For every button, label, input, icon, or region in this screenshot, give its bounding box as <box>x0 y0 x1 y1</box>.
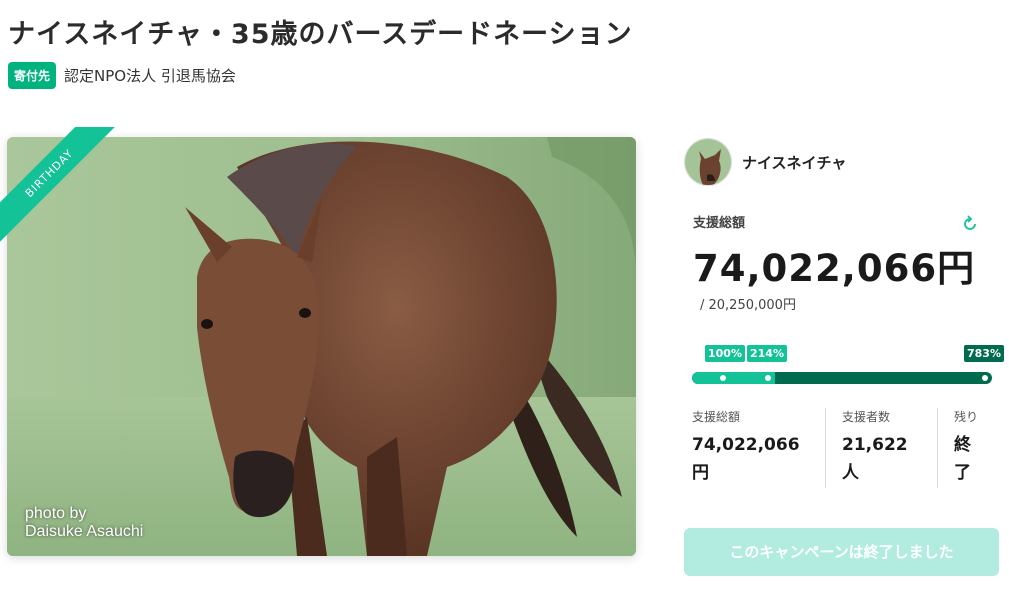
owner-name[interactable]: ナイスネイチャ <box>742 152 846 173</box>
support-total-amount: 74,022,066円 <box>693 247 976 290</box>
campaign-ended-button[interactable]: このキャンペーンは終了しました <box>684 528 999 576</box>
stat-remaining-value: 終 了 <box>954 435 971 483</box>
stat-total: 支援総額 74,022,066 円 <box>692 408 822 488</box>
progress-track <box>692 372 992 384</box>
stat-supporters-label: 支援者数 <box>842 410 891 424</box>
campaign-owner[interactable]: ナイスネイチャ <box>684 138 846 186</box>
support-total-label: 支援総額 <box>693 216 746 231</box>
milestone-dot-100 <box>720 375 726 381</box>
stat-divider <box>937 408 938 488</box>
stat-remaining: 残り 終 了 <box>954 408 992 488</box>
refresh-icon[interactable] <box>960 214 980 234</box>
milestone-badge-783: 783% <box>964 345 1004 362</box>
goal-amount: / 20,250,000円 <box>700 298 796 313</box>
owner-avatar[interactable] <box>684 138 732 186</box>
ribbon-label: BIRTHDAY <box>0 127 120 251</box>
horse-avatar-icon <box>685 139 731 185</box>
recipient: 寄付先 認定NPO法人 引退馬協会 <box>8 62 236 89</box>
progress-bar: 100% 214% 783% <box>692 340 1004 390</box>
stat-total-value: 74,022,066 円 <box>692 435 800 483</box>
stat-remaining-label: 残り <box>954 410 979 424</box>
stat-total-label: 支援総額 <box>692 410 741 424</box>
milestone-badge-214: 214% <box>747 345 787 362</box>
campaign-stats: 支援総額 74,022,066 円 支援者数 21,622 人 残り 終 了 <box>692 408 992 488</box>
stat-supporters-value: 21,622 人 <box>842 435 908 483</box>
milestone-badge-100: 100% <box>705 345 745 362</box>
milestone-dot-214 <box>765 375 771 381</box>
photo-credit: photo by Daisuke Asauchi <box>25 505 144 540</box>
stat-supporters: 支援者数 21,622 人 <box>842 408 932 488</box>
stat-divider <box>825 408 826 488</box>
recipient-tag: 寄付先 <box>8 62 57 89</box>
milestone-dot-783 <box>982 375 988 381</box>
birthday-ribbon: BIRTHDAY <box>0 127 120 252</box>
recipient-org-link[interactable]: 認定NPO法人 引退馬協会 <box>64 65 236 86</box>
page-title: ナイスネイチャ・35歳のバースデードネーション <box>8 19 633 50</box>
progress-fill <box>692 372 776 384</box>
